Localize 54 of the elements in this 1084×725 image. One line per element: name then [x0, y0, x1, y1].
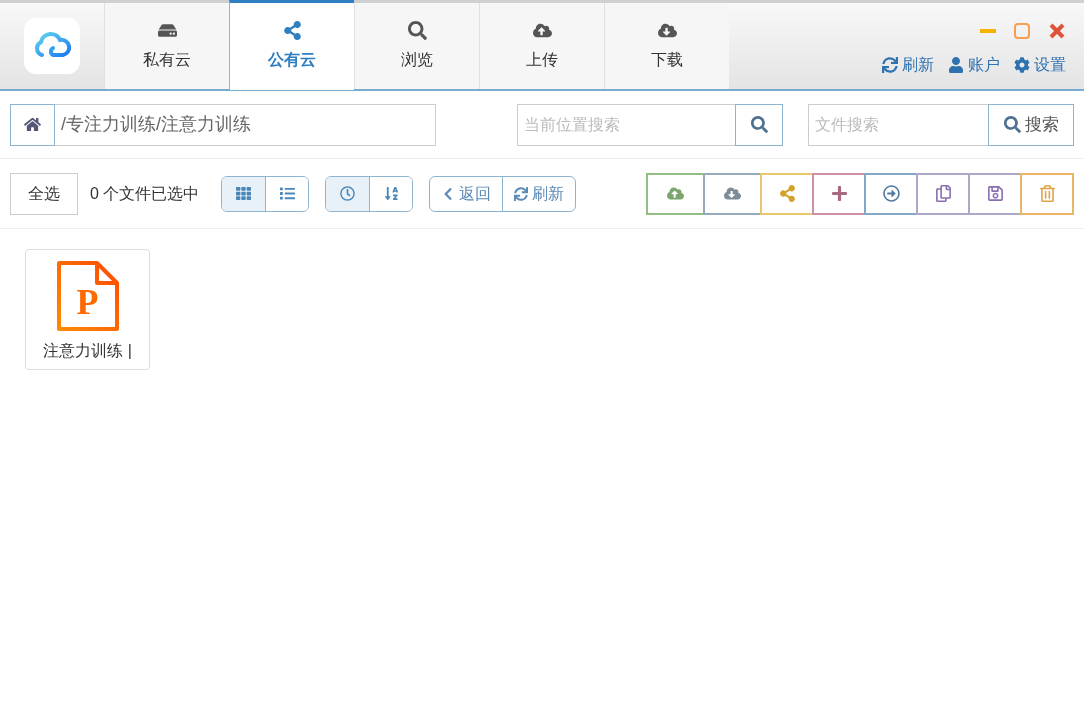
path-field[interactable]: /专注力训练/注意力训练 — [55, 103, 436, 146]
view-toggle[interactable] — [222, 176, 266, 211]
nav-tab[interactable]: 浏览 — [354, 3, 479, 89]
nav-tab[interactable]: 公有云 — [229, 0, 354, 90]
nav-tab[interactable]: 下载 — [604, 3, 729, 89]
toolbar-action-button[interactable] — [646, 172, 705, 215]
toolbar-action-button[interactable] — [760, 172, 814, 215]
clock-icon — [340, 186, 356, 201]
header-link[interactable]: 刷新 — [882, 53, 934, 77]
sort-toggle[interactable] — [326, 176, 370, 211]
file-name: 注意力训练 | — [43, 341, 132, 361]
search-button[interactable]: 搜索 — [988, 103, 1074, 146]
file-search-field[interactable]: 文件搜索 — [808, 103, 988, 146]
location-search-field[interactable]: 当前位置搜索 — [517, 103, 735, 146]
cloud-download-icon — [724, 185, 741, 202]
toolbar-action-button[interactable] — [968, 172, 1022, 215]
search-button[interactable] — [735, 103, 783, 146]
search-icon — [407, 20, 427, 40]
sort-toggle[interactable] — [369, 176, 413, 211]
close-button[interactable] — [1048, 22, 1066, 40]
maximize-button[interactable] — [1014, 23, 1030, 39]
view-toggle[interactable] — [265, 176, 309, 211]
refresh-icon — [514, 186, 529, 201]
plus-icon — [830, 185, 848, 202]
share-icon — [778, 185, 796, 202]
search-icon — [1003, 116, 1021, 133]
back-button[interactable]: 返回 — [430, 176, 503, 211]
nav-tab[interactable]: 上传 — [479, 3, 604, 89]
search-icon — [750, 116, 768, 133]
user-icon — [948, 57, 964, 73]
toolbar-action-button[interactable] — [1020, 172, 1074, 215]
select-all-button[interactable]: 全选 — [10, 172, 78, 215]
refresh-button[interactable]: 刷新 — [502, 176, 576, 211]
home-button[interactable] — [10, 103, 55, 146]
copy-icon — [934, 185, 952, 202]
grid-view-icon — [236, 186, 252, 201]
share-icon — [282, 21, 302, 40]
selection-status: 0 个文件已选中 — [90, 183, 200, 204]
file-tile[interactable]: P 注意力训练 | — [25, 249, 150, 370]
header-link[interactable]: 设置 — [1014, 53, 1066, 77]
list-view-icon — [279, 186, 295, 201]
nav-tab[interactable]: 私有云 — [104, 3, 229, 89]
refresh-icon — [882, 57, 898, 73]
header-link[interactable]: 账户 — [948, 53, 1000, 77]
toolbar-action-button[interactable] — [864, 172, 918, 215]
settings-icon — [1014, 57, 1030, 73]
sort-alpha-icon — [383, 186, 399, 201]
toolbar-action-button[interactable] — [703, 172, 762, 215]
close-icon — [1049, 23, 1065, 39]
toolbar-action-button[interactable] — [916, 172, 970, 215]
home-icon — [24, 116, 41, 133]
trash-icon — [1038, 185, 1056, 202]
toolbar-action-button[interactable] — [812, 172, 866, 215]
cloud-upload-icon — [667, 185, 684, 202]
